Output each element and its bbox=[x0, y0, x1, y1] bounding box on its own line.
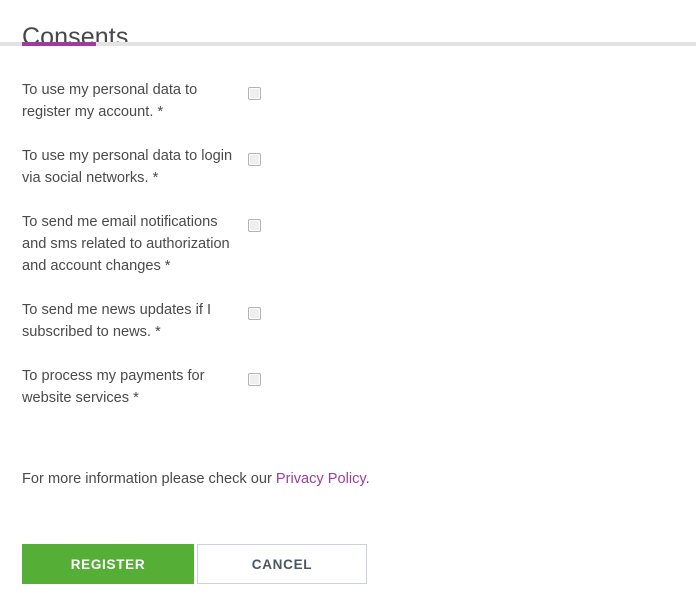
title-divider bbox=[0, 42, 696, 46]
consent-checkbox-payments[interactable] bbox=[248, 373, 261, 386]
form-actions: REGISTER CANCEL bbox=[22, 544, 367, 584]
consent-row: To use my personal data to register my a… bbox=[0, 79, 696, 123]
consent-checkbox-register-account[interactable] bbox=[248, 87, 261, 100]
consent-row: To send me email notifications and sms r… bbox=[0, 211, 696, 277]
privacy-info-suffix: . bbox=[365, 471, 370, 487]
privacy-policy-link[interactable]: Privacy Policy bbox=[276, 471, 366, 487]
consent-row: To process my payments for website servi… bbox=[0, 365, 696, 409]
consent-label: To process my payments for website servi… bbox=[22, 368, 205, 406]
consent-label: To use my personal data to register my a… bbox=[22, 82, 198, 120]
consent-row: To use my personal data to login via soc… bbox=[0, 145, 696, 189]
privacy-info-prefix: For more information please check our bbox=[22, 471, 276, 487]
consent-label: To use my personal data to login via soc… bbox=[22, 148, 233, 186]
privacy-info-line: For more information please check our Pr… bbox=[22, 469, 370, 489]
register-button[interactable]: REGISTER bbox=[22, 544, 194, 584]
page-title: Consents bbox=[22, 22, 129, 51]
consent-checkbox-social-login[interactable] bbox=[248, 153, 261, 166]
consent-label: To send me email notifications and sms r… bbox=[22, 214, 230, 274]
consent-row: To send me news updates if I subscribed … bbox=[0, 299, 696, 343]
consent-checkbox-news-updates[interactable] bbox=[248, 307, 261, 320]
title-divider-accent bbox=[22, 42, 96, 46]
consent-label: To send me news updates if I subscribed … bbox=[22, 302, 212, 340]
consents-list: To use my personal data to register my a… bbox=[0, 79, 696, 409]
cancel-button[interactable]: CANCEL bbox=[197, 544, 367, 584]
consent-checkbox-notifications[interactable] bbox=[248, 219, 261, 232]
